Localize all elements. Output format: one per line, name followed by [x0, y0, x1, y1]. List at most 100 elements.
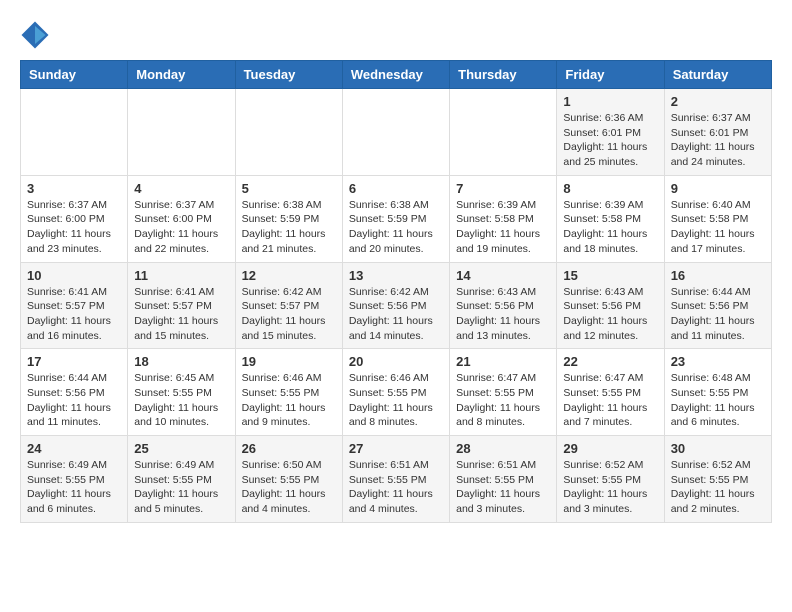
calendar-cell: 2 Sunrise: 6:37 AM Sunset: 6:01 PM Daylig… [664, 89, 771, 176]
calendar-cell: 7 Sunrise: 6:39 AM Sunset: 5:58 PM Daylig… [450, 175, 557, 262]
day-number: 12 [242, 268, 336, 283]
cell-content: Sunrise: 6:44 AM Sunset: 5:56 PM Dayligh… [671, 285, 765, 344]
calendar-week-5: 24 Sunrise: 6:49 AM Sunset: 5:55 PM Dayli… [21, 436, 772, 523]
calendar-table: SundayMondayTuesdayWednesdayThursdayFrid… [20, 60, 772, 523]
day-number: 2 [671, 94, 765, 109]
day-number: 25 [134, 441, 228, 456]
page-header [20, 20, 772, 50]
calendar-cell: 5Sunrise: 6:38 AM Sunset: 5:59 PM Daylig… [235, 175, 342, 262]
day-number: 19 [242, 354, 336, 369]
calendar-cell: 14Sunrise: 6:43 AM Sunset: 5:56 PM Dayli… [450, 262, 557, 349]
day-number: 11 [134, 268, 228, 283]
calendar-cell: 3 Sunrise: 6:37 AM Sunset: 6:00 PM Daylig… [21, 175, 128, 262]
day-header-thursday: Thursday [450, 61, 557, 89]
calendar-cell: 19 Sunrise: 6:46 AM Sunset: 5:55 PM Dayli… [235, 349, 342, 436]
cell-content: Sunrise: 6:37 AM Sunset: 6:01 PM Dayligh… [671, 111, 765, 170]
day-number: 15 [563, 268, 657, 283]
day-number: 10 [27, 268, 121, 283]
cell-content: Sunrise: 6:36 AM Sunset: 6:01 PM Dayligh… [563, 111, 657, 170]
day-number: 7 [456, 181, 550, 196]
cell-content: Sunrise: 6:50 AM Sunset: 5:55 PM Dayligh… [242, 458, 336, 517]
calendar-cell: 24 Sunrise: 6:49 AM Sunset: 5:55 PM Dayli… [21, 436, 128, 523]
cell-content: Sunrise: 6:42 AM Sunset: 5:57 PM Dayligh… [242, 285, 336, 344]
calendar-cell [342, 89, 449, 176]
cell-content: Sunrise: 6:44 AM Sunset: 5:56 PM Dayligh… [27, 371, 121, 430]
calendar-cell [450, 89, 557, 176]
day-header-saturday: Saturday [664, 61, 771, 89]
calendar-cell: 30Sunrise: 6:52 AM Sunset: 5:55 PM Dayli… [664, 436, 771, 523]
calendar-cell: 17 Sunrise: 6:44 AM Sunset: 5:56 PM Dayli… [21, 349, 128, 436]
day-number: 21 [456, 354, 550, 369]
calendar-cell: 26 Sunrise: 6:50 AM Sunset: 5:55 PM Dayli… [235, 436, 342, 523]
calendar-cell [21, 89, 128, 176]
day-header-sunday: Sunday [21, 61, 128, 89]
cell-content: Sunrise: 6:47 AM Sunset: 5:55 PM Dayligh… [456, 371, 550, 430]
cell-content: Sunrise: 6:38 AM Sunset: 5:59 PM Dayligh… [242, 198, 336, 257]
calendar-cell [128, 89, 235, 176]
day-number: 18 [134, 354, 228, 369]
calendar-cell: 23 Sunrise: 6:48 AM Sunset: 5:55 PM Dayli… [664, 349, 771, 436]
calendar-cell: 20 Sunrise: 6:46 AM Sunset: 5:55 PM Dayli… [342, 349, 449, 436]
cell-content: Sunrise: 6:37 AM Sunset: 6:00 PM Dayligh… [134, 198, 228, 257]
calendar-week-2: 3 Sunrise: 6:37 AM Sunset: 6:00 PM Daylig… [21, 175, 772, 262]
logo-icon [20, 20, 50, 50]
day-number: 23 [671, 354, 765, 369]
day-header-friday: Friday [557, 61, 664, 89]
cell-content: Sunrise: 6:48 AM Sunset: 5:55 PM Dayligh… [671, 371, 765, 430]
cell-content: Sunrise: 6:43 AM Sunset: 5:56 PM Dayligh… [563, 285, 657, 344]
calendar-cell: 18Sunrise: 6:45 AM Sunset: 5:55 PM Dayli… [128, 349, 235, 436]
calendar-cell: 13Sunrise: 6:42 AM Sunset: 5:56 PM Dayli… [342, 262, 449, 349]
cell-content: Sunrise: 6:37 AM Sunset: 6:00 PM Dayligh… [27, 198, 121, 257]
day-number: 3 [27, 181, 121, 196]
cell-content: Sunrise: 6:49 AM Sunset: 5:55 PM Dayligh… [134, 458, 228, 517]
cell-content: Sunrise: 6:46 AM Sunset: 5:55 PM Dayligh… [242, 371, 336, 430]
day-number: 14 [456, 268, 550, 283]
day-number: 20 [349, 354, 443, 369]
cell-content: Sunrise: 6:49 AM Sunset: 5:55 PM Dayligh… [27, 458, 121, 517]
calendar-cell: 27 Sunrise: 6:51 AM Sunset: 5:55 PM Dayli… [342, 436, 449, 523]
day-number: 24 [27, 441, 121, 456]
cell-content: Sunrise: 6:46 AM Sunset: 5:55 PM Dayligh… [349, 371, 443, 430]
cell-content: Sunrise: 6:51 AM Sunset: 5:55 PM Dayligh… [349, 458, 443, 517]
day-number: 17 [27, 354, 121, 369]
cell-content: Sunrise: 6:39 AM Sunset: 5:58 PM Dayligh… [563, 198, 657, 257]
calendar-week-1: 1Sunrise: 6:36 AM Sunset: 6:01 PM Daylig… [21, 89, 772, 176]
calendar-cell: 16 Sunrise: 6:44 AM Sunset: 5:56 PM Dayli… [664, 262, 771, 349]
day-number: 9 [671, 181, 765, 196]
day-number: 28 [456, 441, 550, 456]
calendar-cell: 12 Sunrise: 6:42 AM Sunset: 5:57 PM Dayli… [235, 262, 342, 349]
cell-content: Sunrise: 6:41 AM Sunset: 5:57 PM Dayligh… [27, 285, 121, 344]
calendar-cell: 10 Sunrise: 6:41 AM Sunset: 5:57 PM Dayli… [21, 262, 128, 349]
calendar-cell [235, 89, 342, 176]
calendar-cell: 6Sunrise: 6:38 AM Sunset: 5:59 PM Daylig… [342, 175, 449, 262]
calendar-cell: 28 Sunrise: 6:51 AM Sunset: 5:55 PM Dayli… [450, 436, 557, 523]
day-number: 4 [134, 181, 228, 196]
calendar-cell: 8 Sunrise: 6:39 AM Sunset: 5:58 PM Daylig… [557, 175, 664, 262]
calendar-cell: 1Sunrise: 6:36 AM Sunset: 6:01 PM Daylig… [557, 89, 664, 176]
cell-content: Sunrise: 6:39 AM Sunset: 5:58 PM Dayligh… [456, 198, 550, 257]
day-number: 16 [671, 268, 765, 283]
day-number: 8 [563, 181, 657, 196]
calendar-cell: 15 Sunrise: 6:43 AM Sunset: 5:56 PM Dayli… [557, 262, 664, 349]
cell-content: Sunrise: 6:51 AM Sunset: 5:55 PM Dayligh… [456, 458, 550, 517]
calendar-cell: 22 Sunrise: 6:47 AM Sunset: 5:55 PM Dayli… [557, 349, 664, 436]
day-number: 29 [563, 441, 657, 456]
cell-content: Sunrise: 6:52 AM Sunset: 5:55 PM Dayligh… [563, 458, 657, 517]
calendar-cell: 29 Sunrise: 6:52 AM Sunset: 5:55 PM Dayli… [557, 436, 664, 523]
logo [20, 20, 54, 50]
day-number: 26 [242, 441, 336, 456]
day-number: 22 [563, 354, 657, 369]
day-header-wednesday: Wednesday [342, 61, 449, 89]
day-header-tuesday: Tuesday [235, 61, 342, 89]
calendar-cell: 25 Sunrise: 6:49 AM Sunset: 5:55 PM Dayli… [128, 436, 235, 523]
cell-content: Sunrise: 6:41 AM Sunset: 5:57 PM Dayligh… [134, 285, 228, 344]
cell-content: Sunrise: 6:40 AM Sunset: 5:58 PM Dayligh… [671, 198, 765, 257]
day-header-monday: Monday [128, 61, 235, 89]
cell-content: Sunrise: 6:38 AM Sunset: 5:59 PM Dayligh… [349, 198, 443, 257]
calendar-cell: 4 Sunrise: 6:37 AM Sunset: 6:00 PM Daylig… [128, 175, 235, 262]
day-number: 27 [349, 441, 443, 456]
cell-content: Sunrise: 6:47 AM Sunset: 5:55 PM Dayligh… [563, 371, 657, 430]
calendar-cell: 21 Sunrise: 6:47 AM Sunset: 5:55 PM Dayli… [450, 349, 557, 436]
calendar-week-3: 10 Sunrise: 6:41 AM Sunset: 5:57 PM Dayli… [21, 262, 772, 349]
calendar-week-4: 17 Sunrise: 6:44 AM Sunset: 5:56 PM Dayli… [21, 349, 772, 436]
